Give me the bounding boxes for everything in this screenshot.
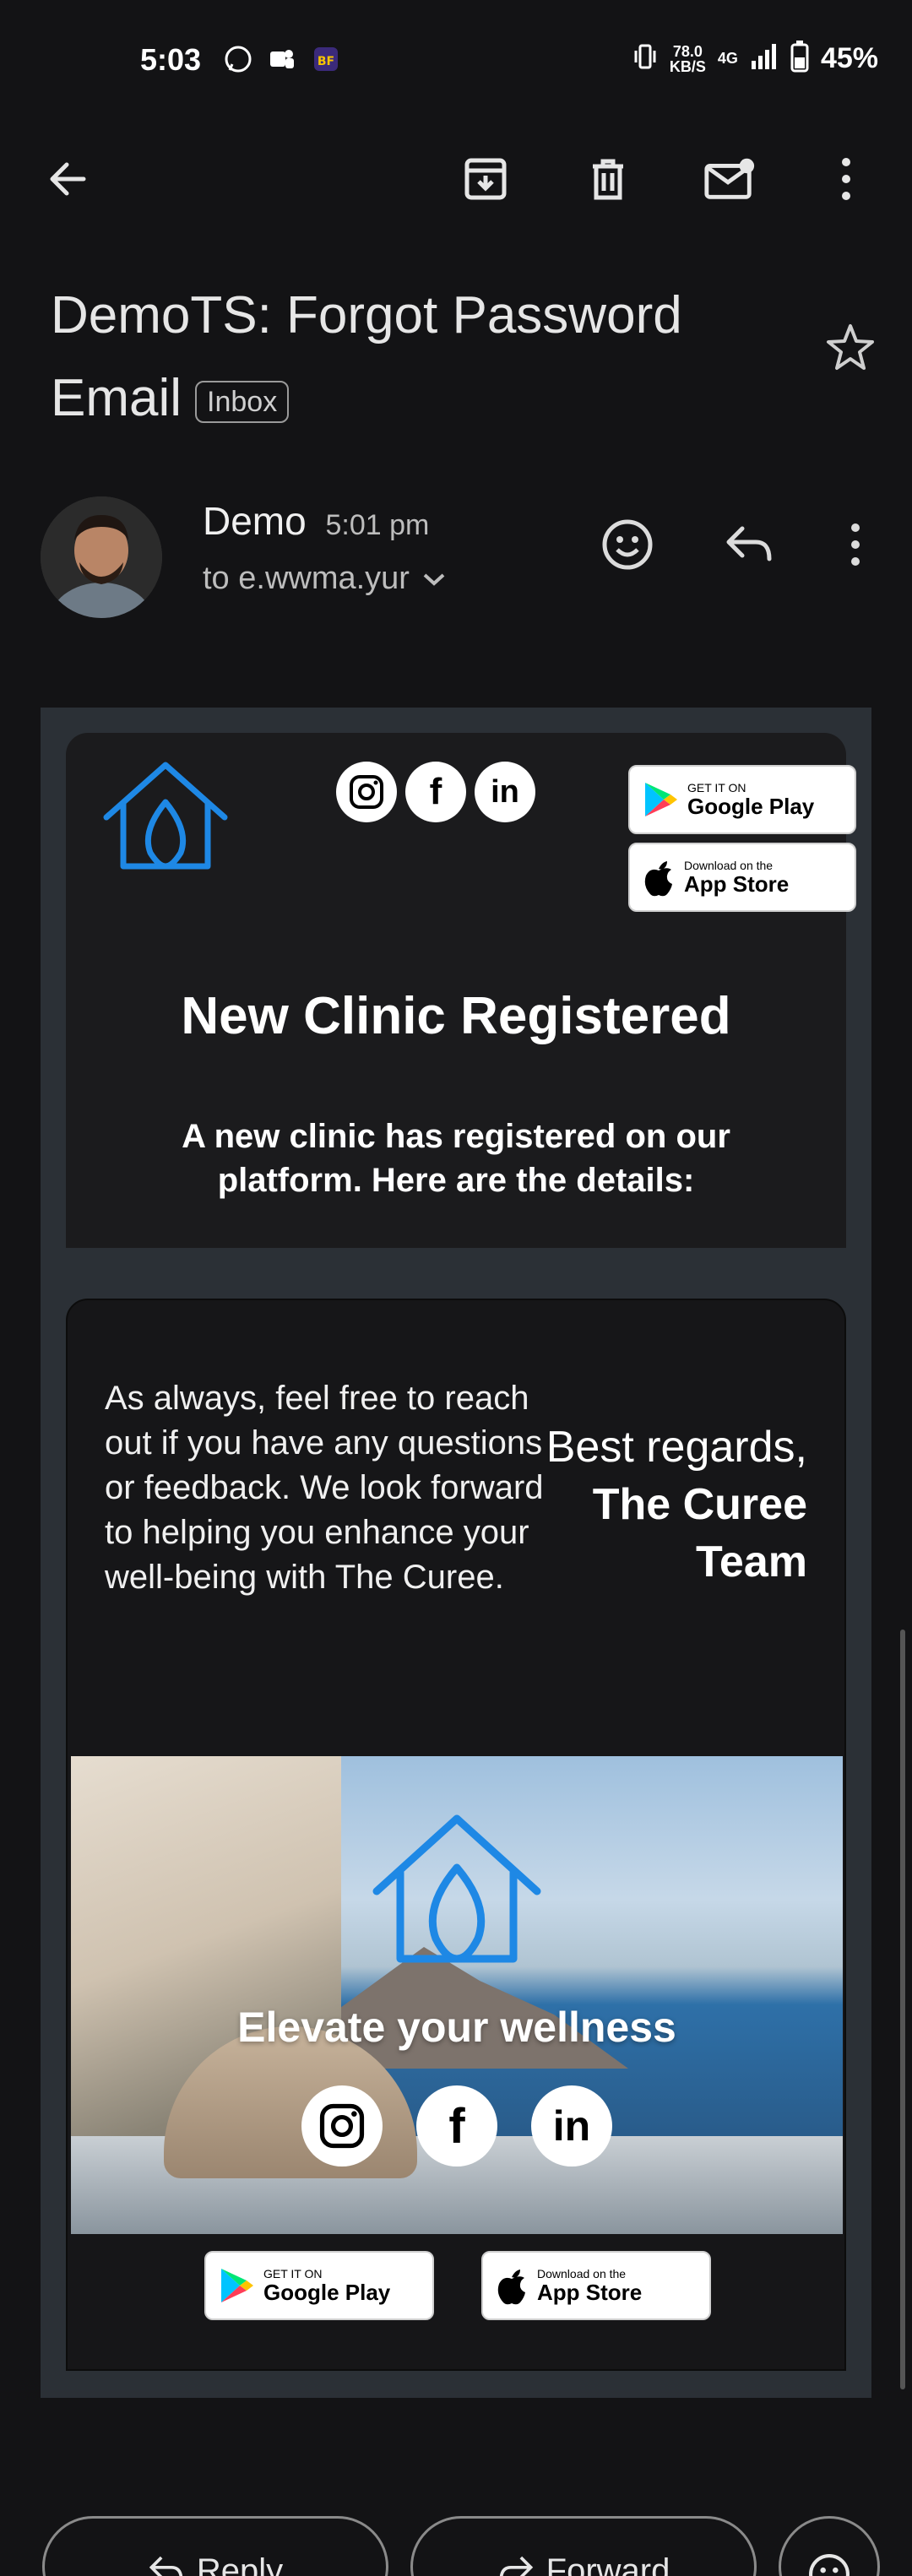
google-play-big: Google Play (263, 2280, 391, 2305)
svg-text:BF: BF (318, 55, 334, 68)
reply-label: Reply (196, 2552, 284, 2576)
app-store-big: App Store (684, 871, 790, 897)
footer-card: As always, feel free to reach out if you… (66, 1299, 846, 2371)
instagram-icon (319, 2103, 365, 2149)
back-button[interactable] (41, 152, 95, 206)
network-type: 4G (717, 50, 738, 67)
scrollbar[interactable] (900, 1630, 905, 2389)
message-more-button[interactable] (826, 515, 885, 574)
google-play-badge-footer[interactable]: GET IT ON Google Play (204, 2251, 434, 2320)
linkedin-icon: in (491, 773, 519, 810)
facebook-link[interactable]: f (405, 762, 466, 822)
more-vert-icon (851, 523, 860, 566)
footer-store-badges: GET IT ON Google Play Download on the Ap… (68, 2251, 844, 2320)
email-view: 5:03 BF 78.0 KB/S 4G 45% DemoTS: Forgot … (0, 0, 912, 2576)
linkedin-icon: in (552, 2102, 591, 2150)
forward-label: Forward (546, 2552, 670, 2576)
trash-icon (593, 159, 623, 200)
app-store-badge-footer[interactable]: Download on the App Store (481, 2251, 711, 2320)
email-description: A new clinic has registered on our platf… (182, 1118, 730, 1199)
status-bar: 5:03 BF 78.0 KB/S 4G 45% (0, 0, 912, 127)
delete-button[interactable] (581, 152, 635, 206)
google-play-big: Google Play (687, 794, 815, 819)
header-card: f in GET IT ON Google Play Download on t… (66, 733, 856, 1248)
subject-line-1: DemoTS: Forgot Password (51, 286, 682, 344)
archive-icon (464, 158, 507, 200)
signature: Best regards, The Curee Team (537, 1418, 807, 1591)
star-icon (827, 324, 874, 370)
battery-percent: 45% (820, 42, 878, 74)
reply-icon (726, 526, 772, 561)
teams-icon (267, 44, 297, 74)
archive-button[interactable] (459, 152, 513, 206)
battery-icon (790, 41, 809, 77)
forward-button[interactable]: Forward (410, 2516, 757, 2576)
email-toolbar (0, 135, 912, 220)
app-notification-icon: BF (311, 44, 341, 74)
regards-text: Best regards, (546, 1423, 807, 1472)
email-heading: New Clinic Registered (181, 987, 731, 1045)
subject-line-2: Email Inbox (51, 357, 777, 440)
emoji-icon (602, 519, 653, 570)
apple-icon (497, 2270, 525, 2305)
arrow-left-icon (50, 162, 86, 196)
status-time: 5:03 (140, 42, 202, 77)
react-button[interactable] (598, 515, 657, 574)
facebook-icon: f (448, 2098, 465, 2154)
hero-tagline: Elevate your wellness (237, 2004, 676, 2051)
social-links-top: f in (336, 762, 535, 822)
mark-unread-button[interactable] (703, 152, 757, 206)
apple-icon (644, 861, 672, 897)
speed-value: 78.0 (672, 42, 703, 60)
google-play-small: GET IT ON (687, 781, 746, 794)
curee-logo-icon (372, 1814, 541, 1963)
app-store-small: Download on the (684, 859, 774, 872)
network-speed: 78.0 KB/S (670, 44, 706, 74)
app-store-big: App Store (537, 2280, 643, 2305)
reply-icon (149, 2556, 182, 2576)
team-name: The Curee Team (592, 1480, 807, 1586)
speed-unit: KB/S (669, 57, 706, 75)
emoji-reaction-button[interactable] (779, 2516, 880, 2576)
instagram-icon (350, 775, 383, 809)
app-store-small: Download on the (537, 2267, 627, 2280)
hero-banner: Elevate your wellness f in (71, 1756, 843, 2234)
linkedin-link[interactable]: in (475, 762, 535, 822)
google-play-small: GET IT ON (263, 2267, 323, 2280)
app-store-badge[interactable]: Download on the App Store (628, 843, 856, 912)
star-button[interactable] (823, 321, 877, 375)
google-play-icon (221, 2269, 253, 2302)
instagram-link-hero[interactable] (301, 2085, 383, 2167)
status-indicators: 78.0 KB/S 4G 45% (632, 41, 878, 77)
mark-unread-icon (704, 158, 755, 199)
social-links-hero: f in (71, 2085, 843, 2167)
email-subject: DemoTS: Forgot Password Email Inbox (51, 274, 777, 440)
google-play-badge[interactable]: GET IT ON Google Play (628, 765, 856, 834)
reply-button[interactable]: Reply (42, 2516, 388, 2576)
more-options-button[interactable] (819, 152, 873, 206)
facebook-icon: f (429, 771, 442, 812)
forward-icon (499, 2556, 533, 2576)
vibrate-icon (632, 42, 658, 75)
email-body: f in GET IT ON Google Play Download on t… (41, 708, 871, 2398)
whatsapp-icon (223, 44, 253, 74)
signal-icon (750, 42, 779, 75)
facebook-link-hero[interactable]: f (416, 2085, 497, 2167)
emoji-icon (809, 2554, 850, 2576)
google-play-icon (645, 783, 677, 816)
closing-paragraph: As always, feel free to reach out if you… (105, 1380, 544, 1596)
subject-line-2-text: Email (51, 369, 182, 427)
message-actions (0, 515, 912, 583)
instagram-link[interactable] (336, 762, 397, 822)
linkedin-link-hero[interactable]: in (531, 2085, 612, 2167)
reply-button-header[interactable] (719, 515, 779, 574)
curee-logo-icon (103, 762, 228, 870)
status-app-icons: BF (223, 44, 341, 74)
more-vert-icon (842, 158, 850, 200)
inbox-label-badge[interactable]: Inbox (195, 381, 290, 423)
bottom-actions: Reply Forward (0, 2516, 912, 2576)
